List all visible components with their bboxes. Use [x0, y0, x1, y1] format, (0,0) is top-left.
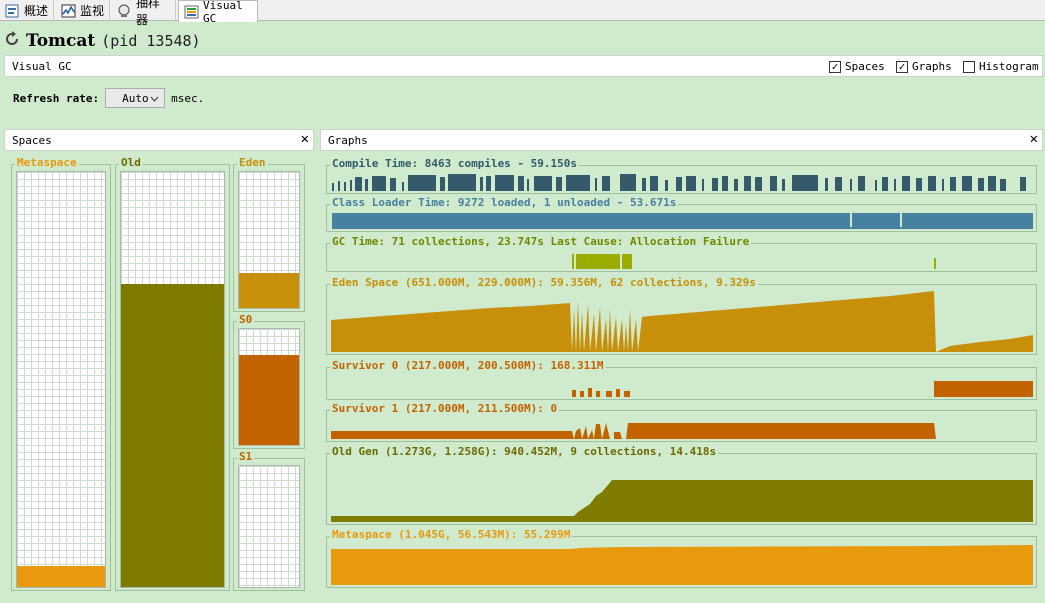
tab-overview[interactable]: 概述	[0, 0, 54, 21]
tab-monitor-label: 监视	[80, 4, 105, 18]
gc-time-label: GC Time: 71 collections, 23.747s Last Ca…	[330, 235, 752, 248]
spaces-panel-title: Spaces	[12, 134, 52, 147]
survivor1-label: Survivor 1 (217.000M, 211.500M): 0	[330, 402, 560, 415]
gc-time-plot	[572, 254, 936, 269]
metaspace-space-label: Metaspace	[15, 156, 79, 169]
s0-space: S0	[233, 313, 305, 449]
class-loader-plot	[332, 213, 1033, 229]
s0-space-label: S0	[237, 313, 255, 326]
close-icon[interactable]: ✕	[301, 131, 309, 147]
survivor0-graph: Survivor 0 (217.000M, 200.500M): 168.311…	[326, 359, 1037, 400]
old-grid	[120, 171, 225, 588]
eden-space-area	[331, 291, 1033, 352]
eden-space-graph: Eden Space (651.000M, 229.000M): 59.356M…	[326, 276, 1037, 355]
eden-space-label: Eden	[237, 156, 268, 169]
s1-space-label: S1	[237, 450, 255, 463]
survivor1-area	[331, 423, 936, 439]
histogram-checkbox-box[interactable]	[963, 60, 975, 73]
tab-visual-gc[interactable]: Visual GC	[178, 0, 258, 25]
survivor1-plot	[331, 423, 936, 439]
sampler-icon	[117, 4, 132, 18]
spaces-panel-header: Spaces ✕	[4, 129, 314, 151]
monitor-icon	[61, 4, 76, 18]
old-gen-graph: Old Gen (1.273G, 1.258G): 940.452M, 9 co…	[326, 445, 1037, 525]
visual-gc-icon	[184, 5, 199, 19]
metaspace-plot	[331, 545, 1033, 585]
spaces-checkbox-box[interactable]: ✓	[829, 60, 841, 73]
gc-time-graph: GC Time: 71 collections, 23.747s Last Ca…	[326, 235, 1037, 272]
old-gen-plot	[331, 480, 1033, 522]
tab-bar: 概述 监视 抽样器 Visual GC	[0, 0, 1045, 27]
class-loader-label: Class Loader Time: 9272 loaded, 1 unload…	[330, 196, 679, 209]
tab-visual-gc-label: Visual GC	[203, 0, 243, 25]
eden-space-plot	[331, 291, 1033, 352]
visual-gc-header-label: Visual GC	[12, 60, 72, 73]
eden-space: Eden	[233, 156, 305, 312]
s0-fill	[239, 354, 299, 445]
graphs-checkbox-box[interactable]: ✓	[896, 60, 908, 73]
graphs-panel-header: Graphs ✕	[320, 129, 1043, 151]
class-loader-graph: Class Loader Time: 9272 loaded, 1 unload…	[326, 196, 1037, 232]
tab-monitor[interactable]: 监视	[56, 0, 110, 21]
close-icon[interactable]: ✕	[1030, 131, 1038, 147]
metaspace-area	[331, 545, 1033, 585]
chevron-down-icon	[150, 92, 159, 105]
eden-fill	[239, 272, 299, 308]
tab-sampler[interactable]: 抽样器	[112, 0, 176, 27]
app-pid: (pid 13548)	[101, 32, 201, 50]
refresh-rate-unit: msec.	[171, 91, 205, 105]
metaspace-grid	[16, 171, 106, 588]
metaspace-space: Metaspace	[11, 156, 111, 591]
page-title: Tomcat (pid 13548)	[4, 28, 201, 54]
overview-icon	[5, 4, 20, 18]
loading-spinner-icon	[4, 31, 20, 51]
graphs-checkbox-label: Graphs	[912, 60, 952, 73]
refresh-rate-row: Refresh rate: Auto msec.	[13, 88, 204, 108]
graphs-checkbox[interactable]: ✓ Graphs	[896, 60, 952, 73]
metaspace-graph: Metaspace (1.045G, 56.543M): 55.299M	[326, 528, 1037, 588]
metaspace-fill	[17, 566, 105, 587]
eden-grid	[238, 171, 300, 309]
spaces-checkbox[interactable]: ✓ Spaces	[829, 60, 885, 73]
old-space: Old	[115, 156, 230, 591]
compile-time-graph: Compile Time: 8463 compiles - 59.150s	[326, 157, 1037, 194]
survivor0-area	[572, 381, 1033, 397]
gc-time-area	[572, 254, 936, 269]
s1-grid	[238, 465, 300, 588]
survivor1-graph: Survivor 1 (217.000M, 211.500M): 0	[326, 402, 1037, 442]
compile-time-plot	[332, 174, 1026, 191]
s0-grid	[238, 328, 300, 446]
graphs-panel-title: Graphs	[328, 134, 368, 147]
s1-space: S1	[233, 450, 305, 591]
refresh-rate-value: Auto	[122, 91, 149, 105]
old-gen-area	[331, 480, 1033, 522]
tab-sampler-label: 抽样器	[136, 0, 161, 27]
tab-overview-label: 概述	[24, 4, 49, 18]
old-space-label: Old	[119, 156, 143, 169]
class-loader-area	[332, 213, 1033, 229]
histogram-checkbox[interactable]: Histogram	[963, 60, 1039, 73]
refresh-rate-label: Refresh rate:	[13, 91, 100, 105]
survivor0-label: Survivor 0 (217.000M, 200.500M): 168.311…	[330, 359, 606, 372]
compile-time-label: Compile Time: 8463 compiles - 59.150s	[330, 157, 580, 170]
survivor0-plot	[572, 381, 1033, 397]
refresh-rate-select[interactable]: Auto	[105, 88, 166, 108]
old-gen-label: Old Gen (1.273G, 1.258G): 940.452M, 9 co…	[330, 445, 719, 458]
metaspace-graph-label: Metaspace (1.045G, 56.543M): 55.299M	[330, 528, 573, 541]
old-fill	[121, 284, 224, 587]
histogram-checkbox-label: Histogram	[979, 60, 1039, 73]
app-name: Tomcat	[26, 31, 96, 51]
spaces-checkbox-label: Spaces	[845, 60, 885, 73]
compile-time-area	[332, 174, 1026, 191]
eden-space-graph-label: Eden Space (651.000M, 229.000M): 59.356M…	[330, 276, 758, 289]
visual-gc-header: Visual GC ✓ Spaces ✓ Graphs Histogram	[4, 55, 1043, 77]
